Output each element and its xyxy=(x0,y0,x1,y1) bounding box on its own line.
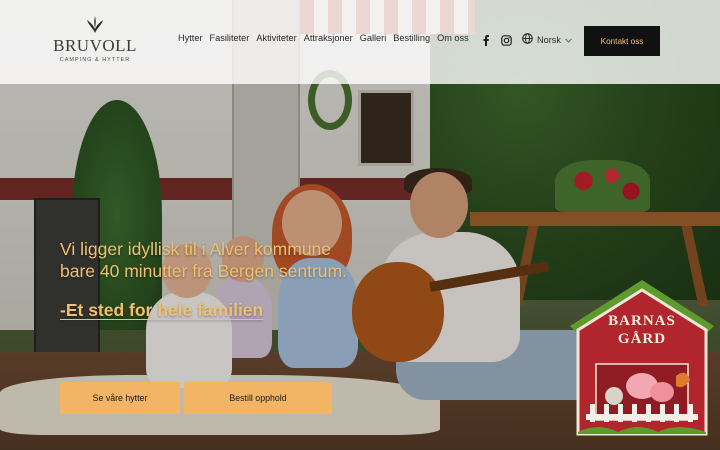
language-label: Norsk xyxy=(537,34,561,45)
site-header: BRUVOLL CAMPING & HYTTER Hytter Fasilite… xyxy=(0,0,720,84)
social-links xyxy=(480,35,512,46)
book-stay-button[interactable]: Bestill opphold xyxy=(184,382,332,414)
nav-item-aktiviteter[interactable]: Aktiviteter xyxy=(256,33,296,43)
badge-label: BARNAS GÅRD xyxy=(566,312,718,348)
brand-name: BRUVOLL xyxy=(53,36,137,55)
hero-headline-line1: Vi ligger idyllisk til i Alver kommune xyxy=(60,239,332,259)
barnas-gard-badge[interactable]: BARNAS GÅRD xyxy=(566,276,718,436)
chevron-down-icon xyxy=(565,35,572,45)
nav-item-hytter[interactable]: Hytter xyxy=(178,33,203,43)
badge-line2: GÅRD xyxy=(617,331,667,347)
leaf-icon xyxy=(84,16,106,37)
barn-icon xyxy=(570,280,714,436)
brand-tagline: CAMPING & HYTTER xyxy=(59,57,131,63)
hero-headline-line2: bare 40 minutter fra Bergen sentrum. xyxy=(60,261,347,281)
main-nav: Hytter Fasiliteter Aktiviteter Attraksjo… xyxy=(178,33,476,43)
nav-item-om-oss[interactable]: Om oss xyxy=(437,33,469,43)
nav-item-fasiliteter[interactable]: Fasiliteter xyxy=(210,33,250,43)
hero-tagline: -Et sted for hele familien xyxy=(60,300,264,320)
language-selector[interactable]: Norsk xyxy=(522,33,572,46)
instagram-icon[interactable] xyxy=(501,35,512,46)
contact-button[interactable]: Kontakt oss xyxy=(584,26,660,56)
nav-item-attraksjoner[interactable]: Attraksjoner xyxy=(304,33,353,43)
facebook-icon[interactable] xyxy=(480,35,491,46)
badge-line1: BARNAS xyxy=(608,313,676,329)
hero-headline: Vi ligger idyllisk til i Alver kommune b… xyxy=(60,238,420,282)
globe-icon xyxy=(522,33,533,46)
logo[interactable]: BRUVOLL CAMPING & HYTTER xyxy=(53,16,137,68)
view-cabins-button[interactable]: Se våre hytter xyxy=(60,382,180,414)
nav-item-bestilling[interactable]: Bestilling xyxy=(393,33,430,43)
nav-item-galleri[interactable]: Galleri xyxy=(360,33,387,43)
